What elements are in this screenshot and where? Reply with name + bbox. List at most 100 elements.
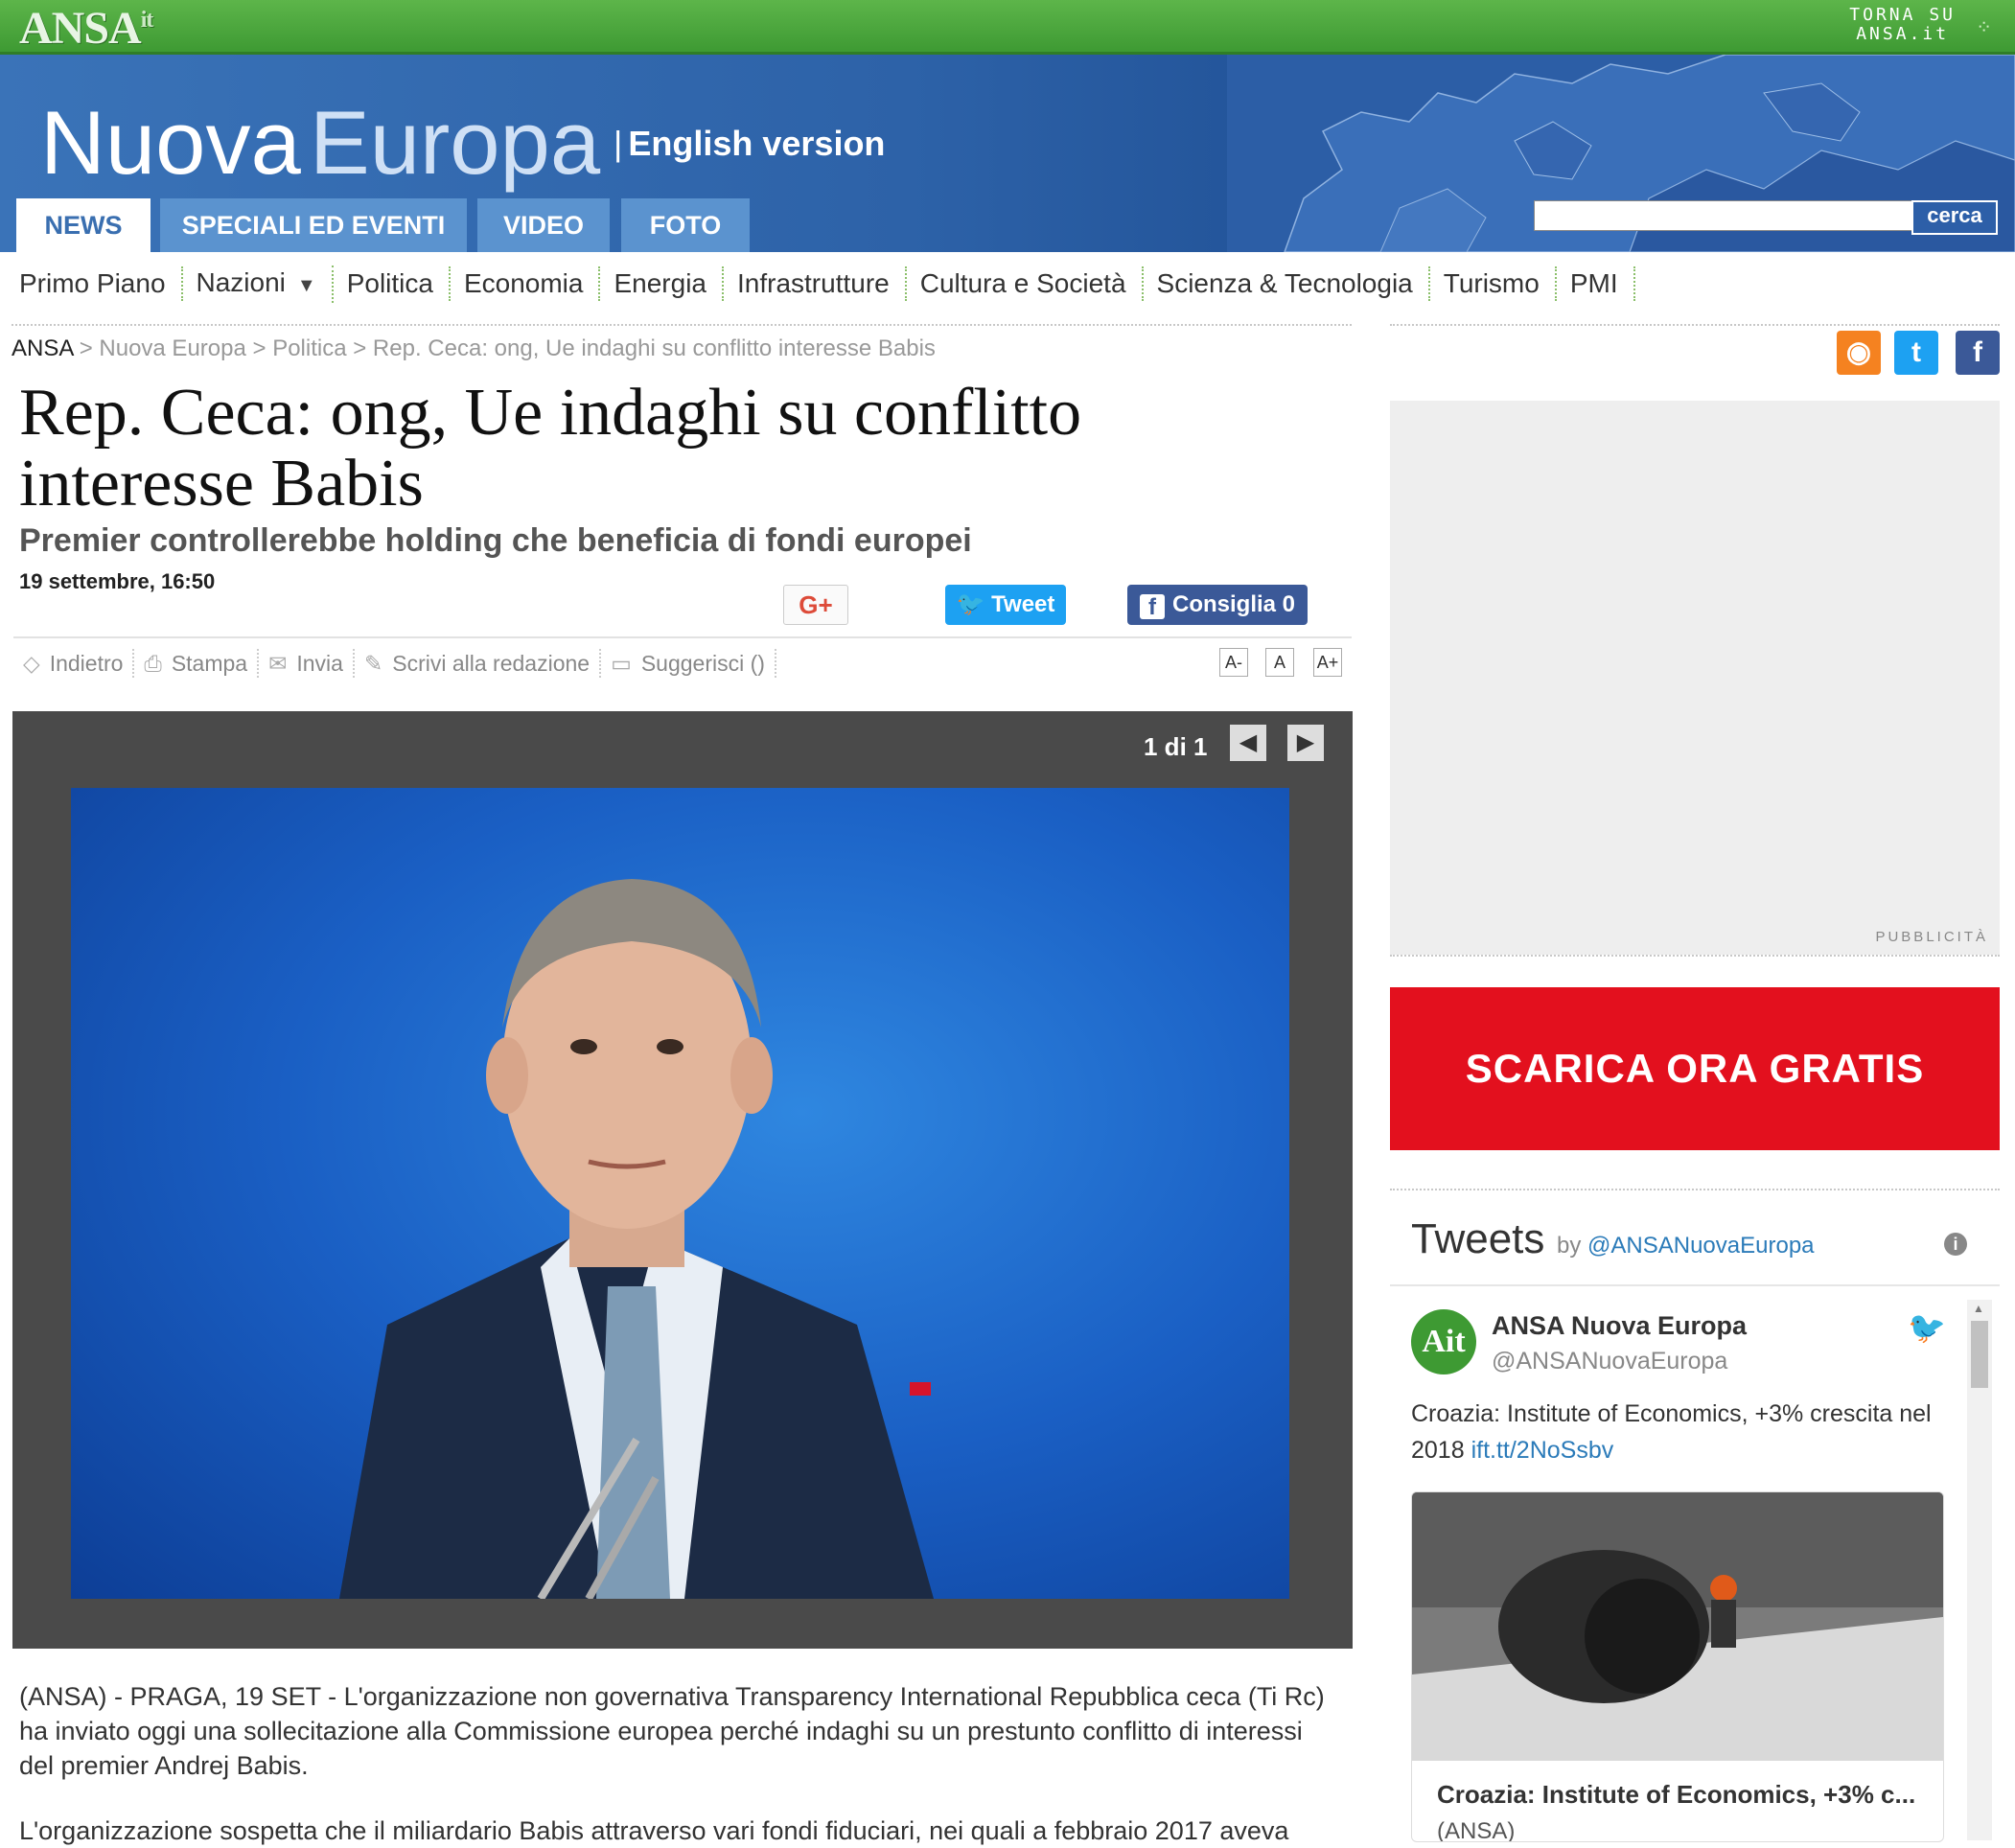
steel-coil-illustration (1412, 1492, 1943, 1761)
font-decrease-button[interactable]: A- (1219, 648, 1248, 677)
article-headline: Rep. Ceca: ong, Ue indaghi su conflitto … (19, 376, 1082, 520)
ansa-topbar: ANSAit TORNA SU ANSA.it ⁘ (0, 0, 2015, 55)
separator: | (614, 124, 623, 163)
nav-turismo[interactable]: Turismo (1444, 266, 1557, 301)
avatar[interactable]: Ait (1411, 1309, 1476, 1374)
tweet-card[interactable]: Croazia: Institute of Economics, +3% c..… (1411, 1491, 1944, 1842)
pencil-icon: ✎ (363, 651, 383, 676)
suggest-button[interactable]: ▭ Suggerisci () (601, 649, 776, 678)
tweet-button[interactable]: 🐦 Tweet (945, 585, 1066, 625)
back-arrow-icon: ◇ (23, 651, 40, 676)
ansa-logo[interactable]: ANSAit (19, 2, 153, 55)
tab-foto[interactable]: FOTO (621, 198, 750, 252)
tab-speciali-ed-eventi[interactable]: SPECIALI ED EVENTI (160, 198, 467, 252)
torna-line1: TORNA SU (1849, 5, 1956, 25)
print-label: Stampa (171, 651, 248, 676)
facebook-like-label: Consiglia 0 (1171, 591, 1296, 617)
breadcrumb: ANSA > Nuova Europa > Politica > Rep. Ce… (12, 335, 936, 362)
breadcrumb-nuova-europa[interactable]: Nuova Europa (99, 335, 245, 361)
section-nav: Primo Piano Nazioni ▼ Politica Economia E… (0, 252, 2015, 315)
tweet-text: Croazia: Institute of Economics, +3% cre… (1411, 1396, 1948, 1468)
article-date: 19 settembre, 16:50 (19, 569, 216, 593)
back-label: Indietro (49, 651, 124, 676)
portrait-illustration (339, 879, 934, 1599)
nav-nazioni[interactable]: Nazioni ▼ (196, 265, 334, 303)
nav-energia[interactable]: Energia (614, 266, 724, 301)
advertisement-slot[interactable]: PUBBLICITÀ (1390, 401, 2000, 955)
tweet-card-source: (ANSA) (1437, 1818, 1516, 1842)
nav-infrastrutture[interactable]: Infrastrutture (737, 266, 907, 301)
envelope-icon: ✉ (268, 651, 288, 676)
torna-line2: ANSA.it (1856, 24, 1950, 44)
tweets-by-label: by (1557, 1233, 1582, 1259)
search-input[interactable] (1534, 200, 1919, 231)
divider (12, 324, 1352, 326)
divider (1390, 955, 2000, 957)
search-button[interactable]: cerca (1911, 200, 1998, 235)
nav-cultura-e-societa[interactable]: Cultura e Società (920, 266, 1144, 301)
scroll-up-icon[interactable]: ▲ (1973, 1302, 1984, 1315)
article-paragraph: (ANSA) - PRAGA, 19 SET - L'organizzazion… (19, 1682, 1325, 1780)
twitter-bird-icon: 🐦 (956, 591, 992, 617)
grid-dots-icon[interactable]: ⁘ (1976, 15, 1992, 39)
send-button[interactable]: ✉ Invia (259, 649, 355, 678)
logo-text: ANSA (19, 3, 142, 54)
download-promo-button[interactable]: SCARICA ORA GRATIS (1390, 987, 2000, 1150)
caret-down-icon: ▼ (296, 274, 316, 296)
nav-economia[interactable]: Economia (464, 266, 601, 301)
article-subtitle: Premier controllerebbe holding che benef… (19, 522, 972, 559)
suggest-label: Suggerisci () (640, 651, 765, 676)
tweets-by: by @ANSANuovaEuropa (1557, 1233, 1815, 1259)
font-increase-button[interactable]: A+ (1313, 648, 1342, 677)
divider (1390, 1189, 2000, 1190)
scrollbar-thumb[interactable] (1971, 1321, 1988, 1388)
article-photo[interactable] (71, 788, 1289, 1599)
info-icon[interactable]: i (1944, 1233, 1967, 1256)
print-button[interactable]: ⎙ Stampa (134, 649, 260, 678)
tweet-author-handle[interactable]: @ANSANuovaEuropa (1492, 1348, 1727, 1375)
facebook-icon[interactable]: f (1956, 331, 2000, 375)
article-toolbar: ◇ Indietro ⎙ Stampa ✉ Invia ✎ Scrivi alla re… (13, 636, 1352, 678)
facebook-like-button[interactable]: f Consiglia 0 (1127, 585, 1308, 625)
tab-video[interactable]: VIDEO (477, 198, 610, 252)
write-editor-button[interactable]: ✎ Scrivi alla redazione (355, 649, 602, 678)
tweets-heading: Tweets (1411, 1215, 1545, 1262)
site-title-europa[interactable]: Europa (310, 91, 600, 195)
tweets-handle-link[interactable]: @ANSANuovaEuropa (1587, 1233, 1814, 1259)
english-version-link[interactable]: | English version (614, 124, 885, 164)
article-paragraph: L'organizzazione sospetta che il miliard… (19, 1816, 1289, 1845)
google-plus-button[interactable]: G+ (783, 585, 848, 625)
nav-primo-piano[interactable]: Primo Piano (19, 266, 183, 301)
tab-news[interactable]: NEWS (16, 198, 151, 252)
divider (1390, 1284, 2000, 1286)
torna-su-ansa-link[interactable]: TORNA SU ANSA.it (1849, 6, 1956, 44)
site-title-nuova[interactable]: Nuova (40, 91, 301, 195)
nav-nazioni-label: Nazioni (196, 266, 286, 297)
tweet-author-name[interactable]: ANSA Nuova Europa (1492, 1311, 1747, 1341)
twitter-icon[interactable]: t (1894, 331, 1938, 375)
tweet-label: Tweet (991, 591, 1055, 617)
breadcrumb-politica[interactable]: Politica (272, 335, 346, 361)
twitter-bird-icon[interactable]: 🐦 (1908, 1309, 1946, 1346)
nav-politica[interactable]: Politica (347, 266, 451, 301)
write-editor-label: Scrivi alla redazione (392, 651, 591, 676)
divider (1390, 324, 2000, 326)
tweet-card-image (1412, 1492, 1943, 1761)
photo-gallery: 1 di 1 ◀ ▶ (12, 711, 1353, 1649)
nav-pmi[interactable]: PMI (1570, 266, 1635, 301)
tweet-card-title: Croazia: Institute of Economics, +3% c..… (1437, 1780, 1916, 1809)
tweets-scrollbar[interactable]: ▲ (1967, 1300, 1992, 1840)
tweet-link[interactable]: ift.tt/2NoSsbv (1471, 1437, 1614, 1464)
chevron-right-icon[interactable]: ▶ (1287, 725, 1324, 761)
english-version-label: English version (628, 124, 886, 163)
back-button[interactable]: ◇ Indietro (13, 649, 135, 678)
breadcrumb-separator: > (252, 335, 266, 361)
font-normal-button[interactable]: A (1265, 648, 1294, 677)
printer-icon: ⎙ (144, 651, 162, 676)
breadcrumb-separator: > (353, 335, 367, 361)
nav-scienza-tecnologia[interactable]: Scienza & Tecnologia (1157, 266, 1430, 301)
facebook-icon: f (1139, 594, 1165, 620)
rss-icon[interactable]: ◉ (1837, 331, 1881, 375)
breadcrumb-root[interactable]: ANSA (12, 335, 73, 361)
chevron-left-icon[interactable]: ◀ (1230, 725, 1266, 761)
